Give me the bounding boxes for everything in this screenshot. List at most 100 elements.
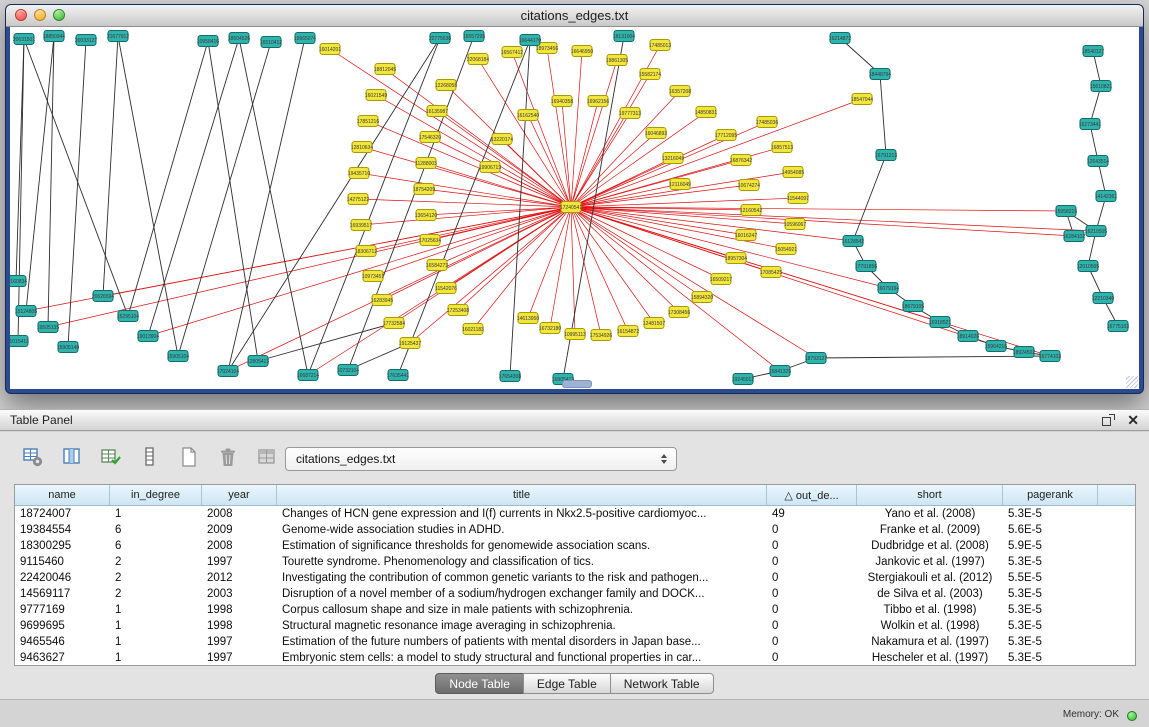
- graph-node[interactable]: 16357208: [669, 86, 691, 97]
- graph-node[interactable]: 17240541: [560, 202, 582, 213]
- graph-node[interactable]: 21677912: [107, 31, 129, 42]
- graph-node[interactable]: 18914026: [957, 331, 979, 342]
- graph-node[interactable]: 12268058: [435, 80, 457, 91]
- column-header-title[interactable]: title: [277, 485, 767, 505]
- table-settings-button[interactable]: [20, 444, 46, 470]
- graph-node[interactable]: 16646950: [571, 46, 593, 57]
- graph-node[interactable]: 17253408: [447, 305, 469, 316]
- graph-node[interactable]: 16841325: [769, 366, 791, 377]
- graph-node[interactable]: 19906713: [479, 162, 501, 173]
- graph-node[interactable]: 15124805: [15, 306, 37, 317]
- graph-node[interactable]: 17308456: [668, 307, 690, 318]
- graph-node[interactable]: 10596067: [784, 219, 806, 230]
- graph-node[interactable]: 20033127: [75, 35, 97, 46]
- graph-node[interactable]: 12805413: [247, 356, 269, 367]
- column-header-in_degree[interactable]: in_degree: [110, 485, 202, 505]
- graph-node[interactable]: 12116049: [669, 179, 691, 190]
- float-panel-icon[interactable]: [1102, 414, 1115, 427]
- graph-node[interactable]: 16154872: [617, 326, 639, 337]
- import-table-button[interactable]: [98, 444, 124, 470]
- table-row[interactable]: 2242004622012Investigating the contribut…: [15, 570, 1135, 586]
- graph-node[interactable]: 16962156: [587, 96, 609, 107]
- graph-node[interactable]: 16046893: [645, 128, 667, 139]
- graph-node[interactable]: 16162540: [517, 110, 539, 121]
- table-row[interactable]: 1872400712008Changes of HCN gene express…: [15, 506, 1135, 522]
- column-header-name[interactable]: name: [15, 485, 110, 505]
- window-titlebar[interactable]: citations_edges.txt: [6, 5, 1143, 27]
- graph-node[interactable]: 19125437: [399, 338, 421, 349]
- table-row[interactable]: 1938455462009Genome-wide association stu…: [15, 522, 1135, 538]
- graph-node[interactable]: 15964216: [985, 341, 1007, 352]
- graph-node[interactable]: 15958215: [1055, 206, 1077, 217]
- graph-node[interactable]: 17635441: [387, 370, 409, 381]
- graph-node[interactable]: 16509217: [710, 274, 732, 285]
- graph-node[interactable]: 12810634: [351, 142, 373, 153]
- network-canvas[interactable]: 1724054118812045160215491785121612810634…: [10, 27, 1139, 389]
- graph-node[interactable]: 16567412: [501, 47, 523, 58]
- graph-node[interactable]: 12481507: [643, 318, 665, 329]
- graph-node[interactable]: 16644170: [519, 35, 541, 46]
- tab-network-table[interactable]: Network Table: [610, 673, 714, 694]
- graph-node[interactable]: 16732180: [539, 323, 561, 334]
- graph-node[interactable]: 16584273: [426, 260, 448, 271]
- select-columns-button[interactable]: [59, 444, 85, 470]
- graph-node[interactable]: 16210505: [1085, 226, 1107, 237]
- graph-node[interactable]: 17712095: [715, 130, 737, 141]
- graph-node[interactable]: 22775638: [429, 33, 451, 44]
- graph-node[interactable]: 17546320: [419, 132, 441, 143]
- graph-node[interactable]: 11542076: [435, 283, 457, 294]
- graph-node[interactable]: 18812045: [374, 64, 396, 75]
- graph-node[interactable]: 10732104: [337, 365, 359, 376]
- graph-node[interactable]: 16939517: [350, 220, 372, 231]
- graph-node[interactable]: 20160834: [10, 276, 27, 287]
- graph-node[interactable]: 16021183: [462, 324, 484, 335]
- graph-node[interactable]: 17654308: [499, 371, 521, 382]
- graph-node[interactable]: 22068184: [467, 54, 489, 65]
- graph-node[interactable]: 16135987: [426, 106, 448, 117]
- column-header-out_degree[interactable]: △ out_de...: [767, 485, 857, 505]
- network-graph[interactable]: 1724054118812045160215491785121612810634…: [10, 27, 1139, 389]
- graph-node[interactable]: 19245012: [732, 374, 754, 385]
- graph-node[interactable]: 10674274: [738, 180, 760, 191]
- graph-node[interactable]: 13654120: [415, 210, 437, 221]
- graph-node[interactable]: 16283945: [371, 295, 393, 306]
- table-select-dropdown[interactable]: citations_edges.txt: [285, 447, 677, 471]
- graph-node[interactable]: 15610821: [1090, 81, 1112, 92]
- graph-node[interactable]: 16214872: [829, 33, 851, 44]
- new-column-button[interactable]: [176, 444, 202, 470]
- graph-node[interactable]: 17851216: [357, 116, 379, 127]
- graph-node[interactable]: 17485036: [756, 117, 778, 128]
- graph-node[interactable]: 18679105: [902, 301, 924, 312]
- delete-column-button[interactable]: [215, 444, 241, 470]
- graph-node[interactable]: 18850344: [43, 31, 65, 42]
- graph-node[interactable]: 16857513: [771, 142, 793, 153]
- graph-node[interactable]: 19965074: [294, 33, 316, 44]
- graph-node[interactable]: 12643514: [1087, 156, 1109, 167]
- graph-node[interactable]: 16128542: [842, 236, 864, 247]
- graph-node[interactable]: 19013904: [137, 331, 159, 342]
- table-row[interactable]: 946554611997Estimation of the future num…: [15, 634, 1135, 650]
- graph-node[interactable]: 11015413: [10, 336, 29, 347]
- tab-node-table[interactable]: Node Table: [435, 673, 524, 694]
- graph-node[interactable]: 16774103: [1039, 351, 1061, 362]
- graph-node[interactable]: 18754209: [413, 184, 435, 195]
- table-row[interactable]: 1456911722003Disruption of a novel membe…: [15, 586, 1135, 602]
- graph-node[interactable]: 19505135: [37, 322, 59, 333]
- canvas-hscroll-thumb[interactable]: [562, 380, 592, 388]
- graph-node[interactable]: 19861305: [606, 55, 628, 66]
- column-header-short[interactable]: short: [857, 485, 1003, 505]
- graph-node[interactable]: 18924502: [1013, 347, 1035, 358]
- zoom-window-button[interactable]: [53, 9, 65, 21]
- graph-node[interactable]: 17534926: [590, 330, 612, 341]
- graph-node[interactable]: 14142361: [1095, 191, 1117, 202]
- graph-node[interactable]: 11288003: [415, 158, 437, 169]
- graph-node[interactable]: 14613950: [517, 313, 539, 324]
- graph-node[interactable]: 12210340: [1092, 293, 1114, 304]
- graph-node[interactable]: 15905140: [57, 342, 79, 353]
- graph-node[interactable]: 18793127: [805, 353, 827, 364]
- graph-node[interactable]: 16079194: [877, 283, 899, 294]
- graph-node[interactable]: 12160542: [740, 205, 762, 216]
- merge-table-button[interactable]: [254, 444, 280, 470]
- graph-node[interactable]: 15905104: [167, 351, 189, 362]
- graph-node[interactable]: 18131004: [613, 31, 635, 42]
